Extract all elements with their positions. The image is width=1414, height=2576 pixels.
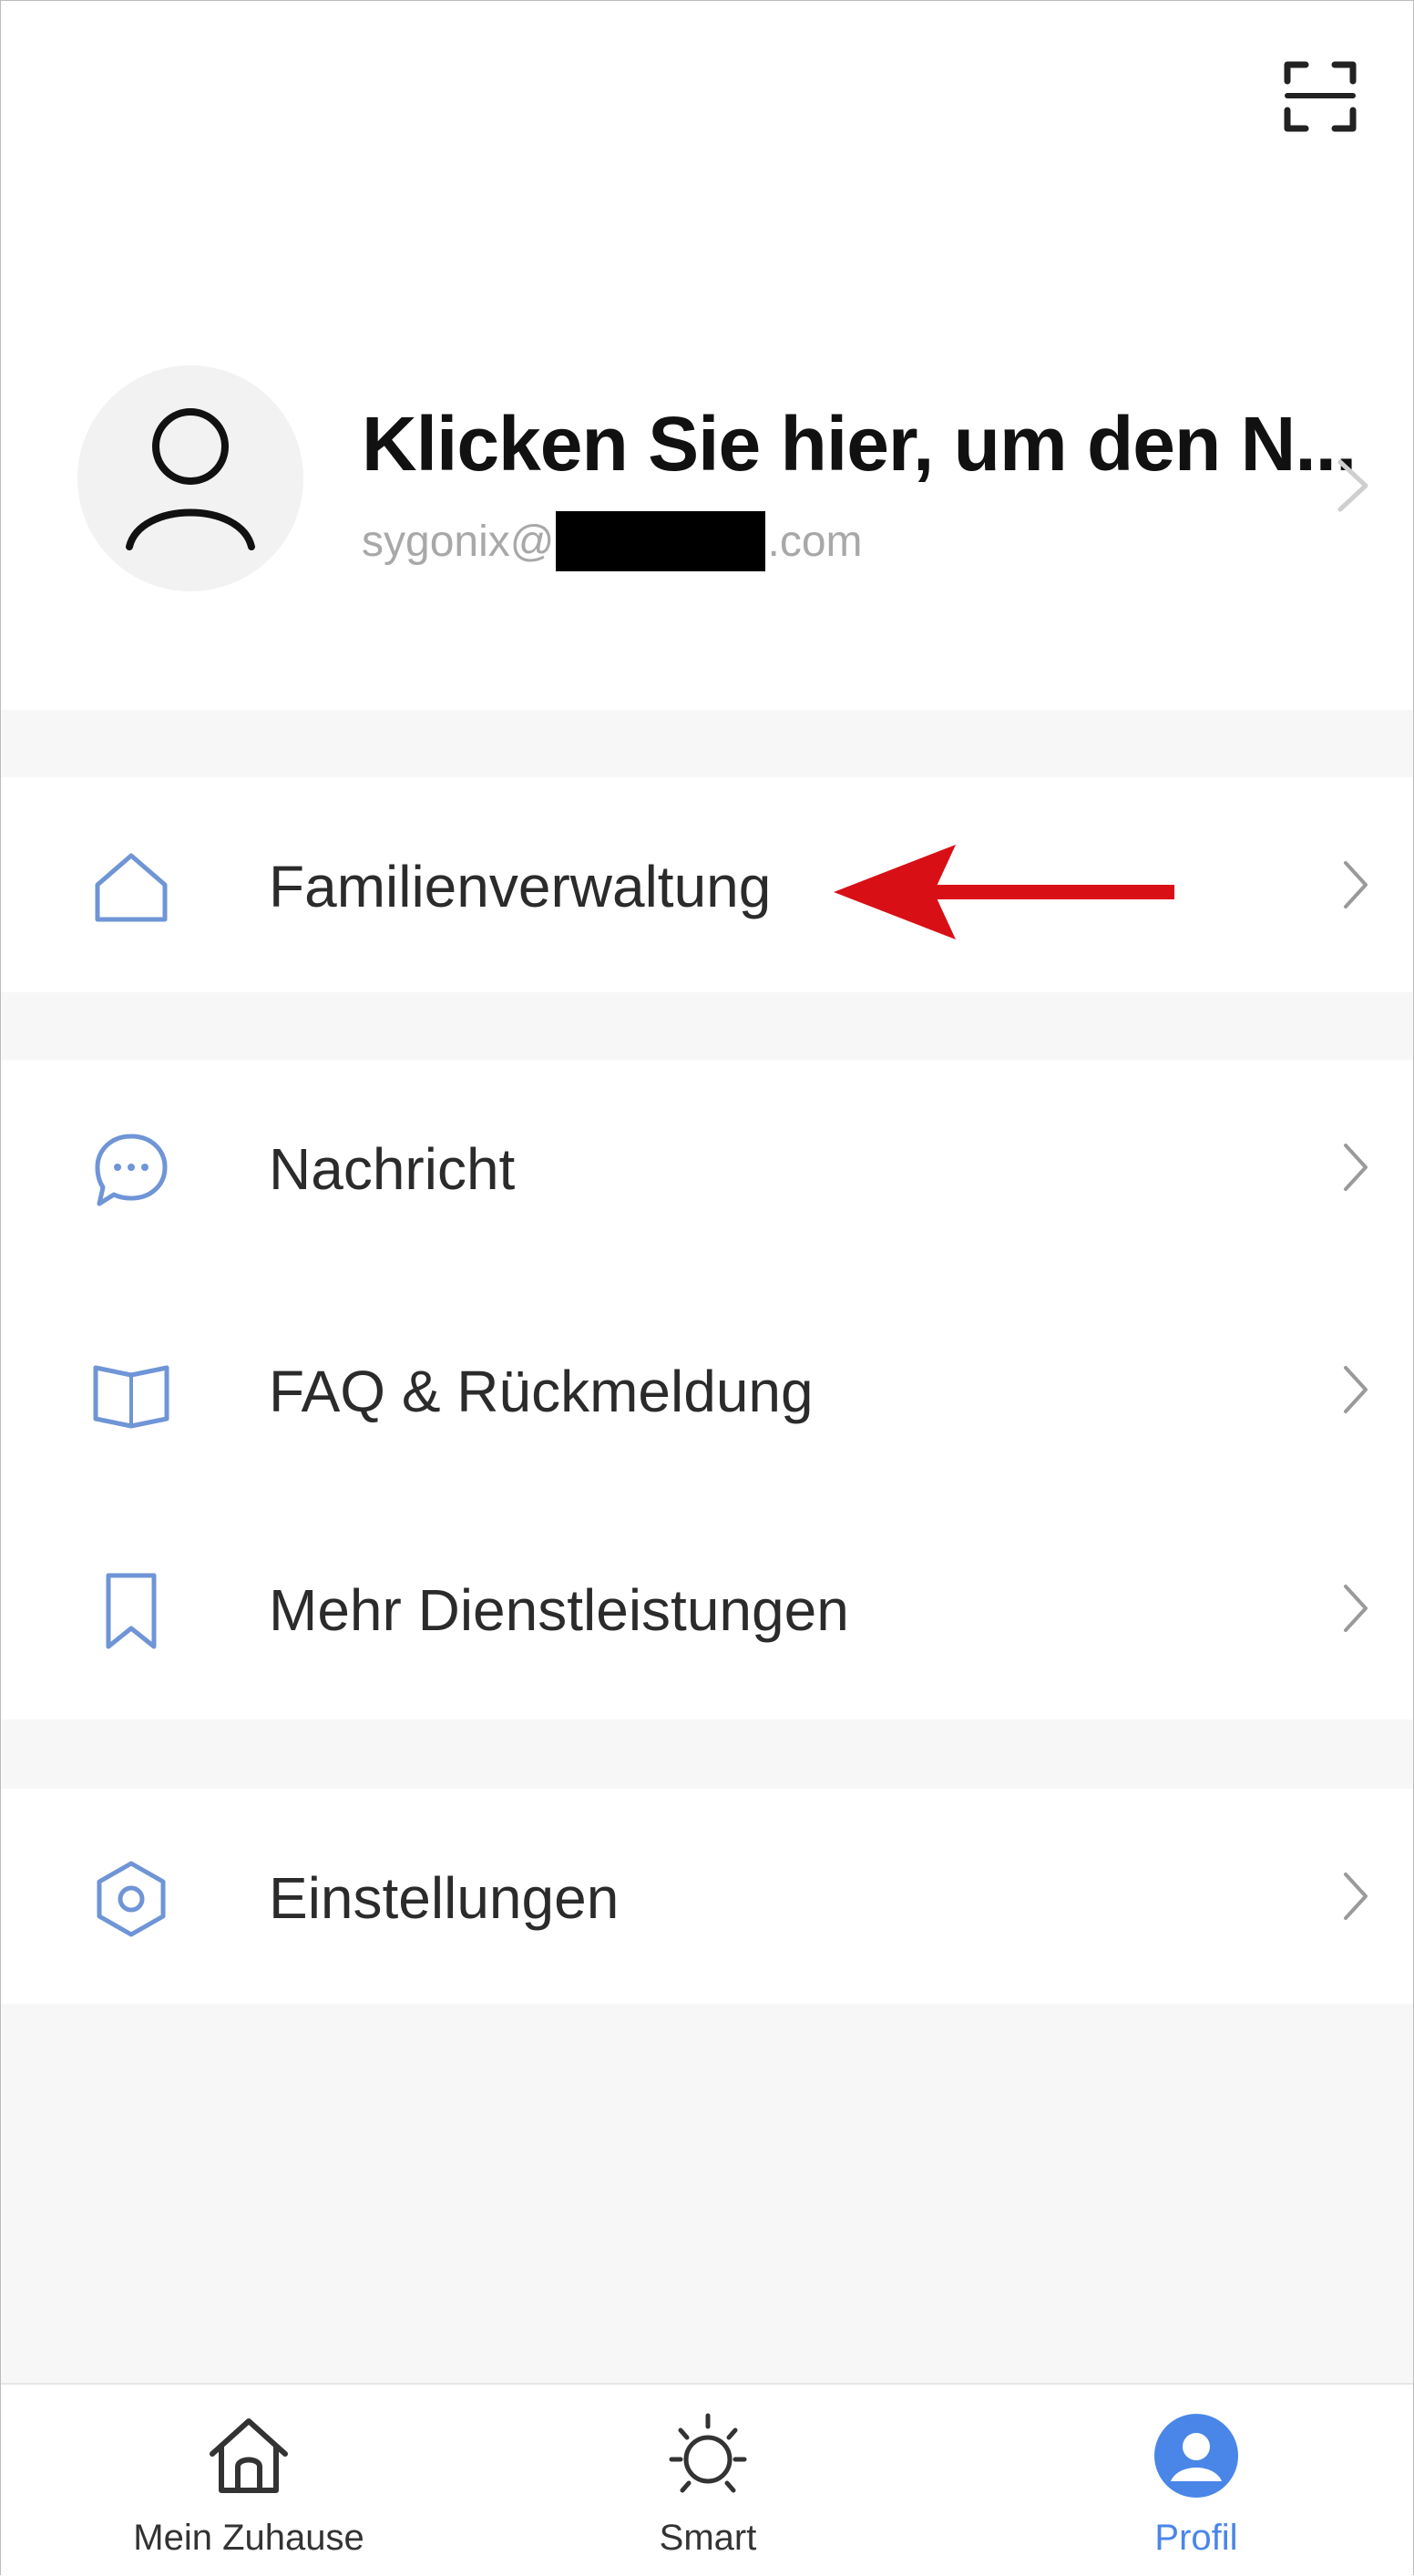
menu-item-label: Einstellungen	[269, 1865, 620, 1931]
user-outline-icon	[126, 408, 255, 550]
tab-profil[interactable]: Profil	[1014, 2385, 1378, 2576]
menu-item-label: FAQ & Rückmeldung	[269, 1359, 814, 1424]
chevron-right-icon	[1344, 1873, 1368, 1920]
settings-section: Einstellungen	[1, 1789, 1413, 2004]
avatar[interactable]	[77, 365, 303, 591]
menu-item-nachricht[interactable]: Nachricht	[1, 1060, 1413, 1275]
tab-label: Mein Zuhause	[133, 2518, 364, 2558]
chevron-right-icon	[1344, 861, 1368, 908]
bookmark-icon	[106, 1573, 157, 1649]
scan-icon	[1284, 61, 1357, 132]
profile-name-link[interactable]: Klicken Sie hier, um den N...	[362, 400, 1357, 488]
app-screen: Klicken Sie hier, um den N... sygonix@ .…	[0, 0, 1414, 2576]
chevron-right-icon	[1344, 1144, 1368, 1191]
chevron-right-icon[interactable]	[1333, 457, 1373, 515]
tab-label: Smart	[659, 2518, 757, 2558]
profile-filled-icon	[1154, 2414, 1238, 2498]
menu-item-label: Mehr Dienstleistungen	[269, 1577, 849, 1643]
email-redaction-bar	[556, 511, 766, 571]
email-prefix: sygonix@	[362, 517, 555, 566]
profile-header: Klicken Sie hier, um den N... sygonix@ .…	[1, 1, 1413, 710]
book-open-icon	[93, 1365, 169, 1429]
menu-item-label: Familienverwaltung	[269, 854, 772, 919]
annotation-arrow	[834, 845, 1174, 939]
menu-item-dienstleistungen[interactable]: Mehr Dienstleistungen	[1, 1501, 1413, 1716]
home-icon	[210, 2418, 288, 2493]
chat-bubble-icon	[95, 1134, 168, 1206]
email-suffix: .com	[767, 517, 863, 566]
profile-email: sygonix@ .com	[362, 511, 863, 571]
chevron-right-icon	[1344, 1585, 1368, 1632]
menu-item-familienverwaltung[interactable]: Familienverwaltung	[1, 777, 1413, 992]
menu-item-label: Nachricht	[269, 1136, 516, 1202]
house-outline-icon	[95, 853, 168, 922]
menu-item-einstellungen[interactable]: Einstellungen	[1, 1789, 1413, 2004]
info-section: Nachricht FAQ & Rückmeldung Mehr Dienstl…	[1, 1060, 1413, 1719]
chevron-right-icon	[1344, 1366, 1368, 1413]
menu-item-faq[interactable]: FAQ & Rückmeldung	[1, 1282, 1413, 1497]
family-section: Familienverwaltung	[1, 777, 1413, 992]
scan-button[interactable]	[1269, 45, 1371, 147]
sun-icon	[669, 2413, 747, 2493]
tab-label: Profil	[1154, 2518, 1238, 2558]
tab-mein-zuhause[interactable]: Mein Zuhause	[67, 2385, 431, 2576]
tab-smart[interactable]: Smart	[526, 2385, 890, 2576]
bottom-tab-bar: Mein Zuhause Smart Profil	[1, 2383, 1413, 2576]
gear-hexagon-icon	[97, 1861, 166, 1937]
